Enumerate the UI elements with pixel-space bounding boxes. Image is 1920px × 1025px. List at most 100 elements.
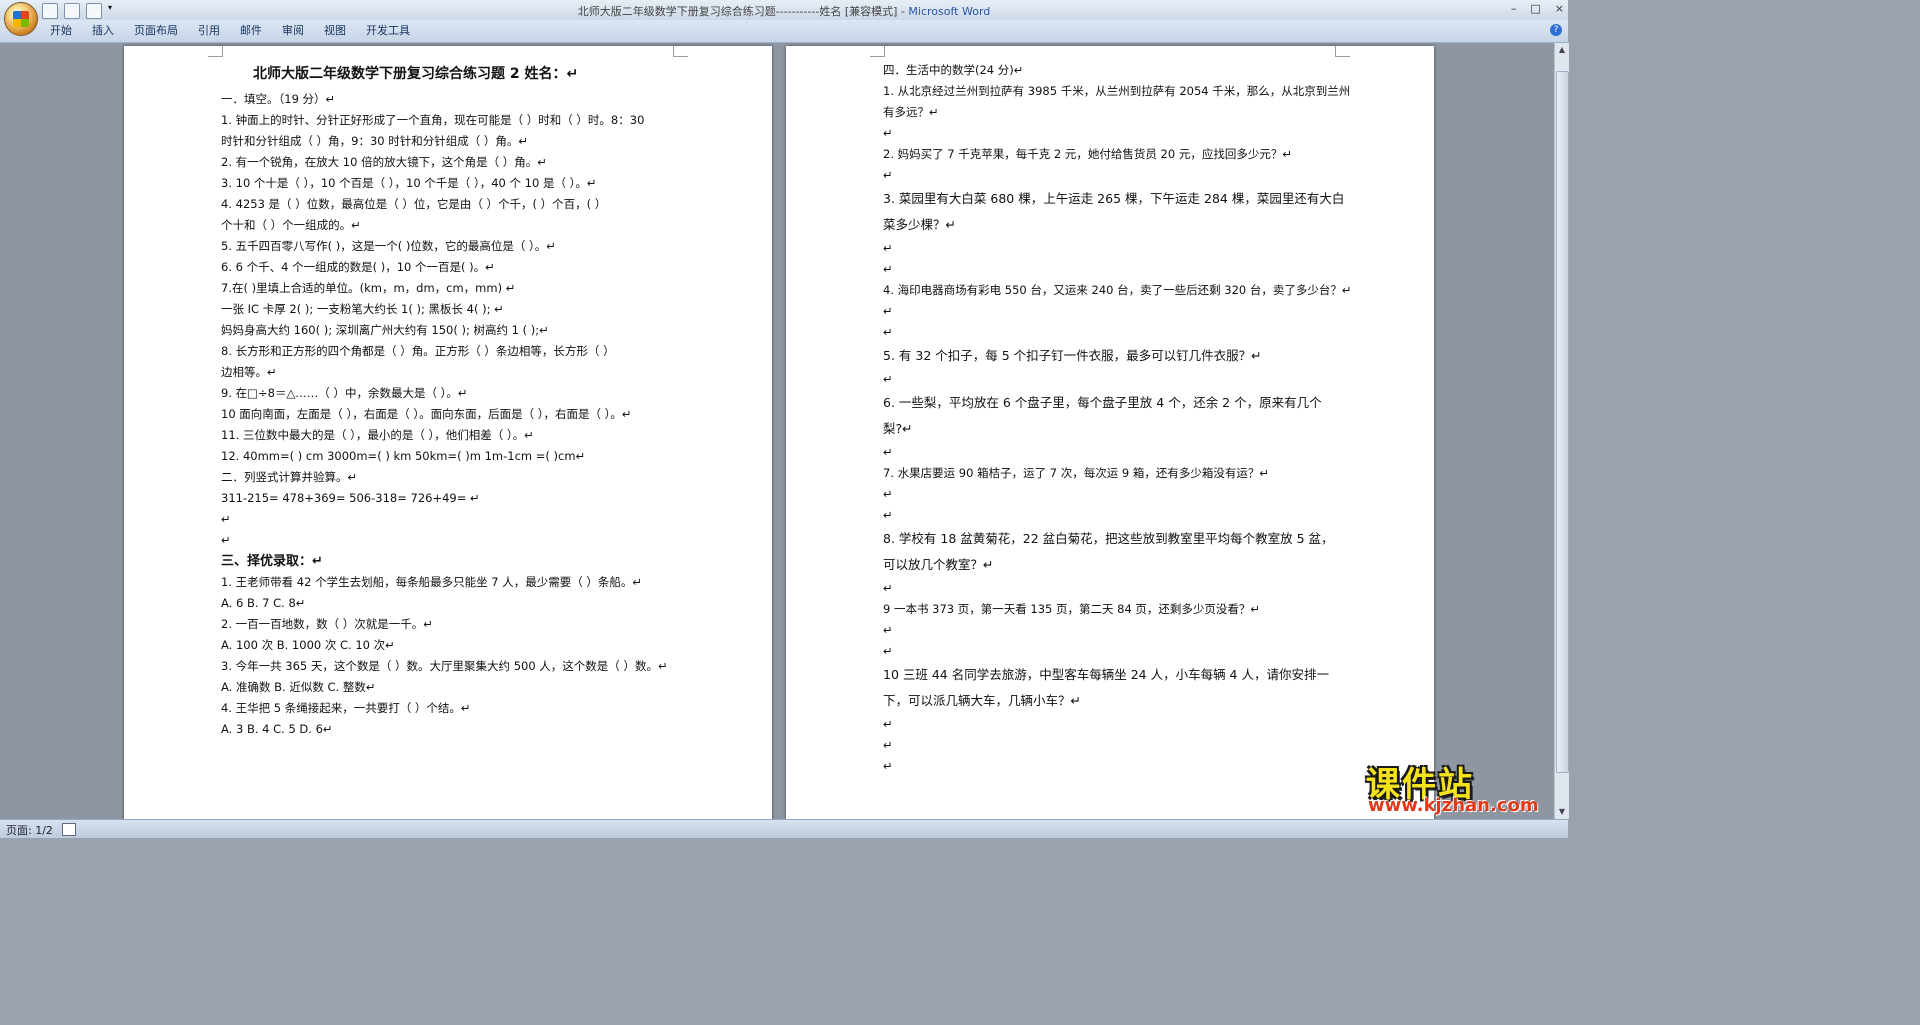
text-line: 12. 40mm=( ) cm 3000m=( ) km 50km=( )m 1… — [221, 449, 586, 463]
text-line: 有多远？↵ — [883, 105, 939, 119]
page-2-content[interactable]: 四．生活中的数学(24 分)↵ 1. 从北京经过兰州到拉萨有 3985 千米，从兰… — [883, 60, 1353, 777]
tab-view[interactable]: 视图 — [314, 24, 356, 38]
page-count[interactable]: 页面: 1/2 — [6, 822, 53, 838]
text-line: 梨?↵ — [883, 421, 913, 436]
text-line: 10 面向南面，左面是（ ），右面是（ ）。面向东面，后面是（ ），右面是（ ）… — [221, 407, 632, 421]
text-line: 三、择优录取：↵ — [221, 554, 323, 569]
text-line: ↵ — [883, 304, 893, 318]
maximize-button[interactable]: □ — [1530, 2, 1540, 15]
text-line: ↵ — [883, 325, 893, 339]
window-title: 北师大版二年级数学下册复习综合练习题-----------姓名 [兼容模式] -… — [0, 3, 1568, 19]
text-line: 4. 4253 是（ ）位数，最高位是（ ）位，它是由（ ）个千，( ）个百，(… — [221, 197, 607, 211]
text-line: 时针和分针组成（ ）角，9：30 时针和分针组成（ ）角。↵ — [221, 134, 529, 148]
text-line: 妈妈身高大约 160( ); 深圳离广州大约有 150( ); 树高约 1 ( … — [221, 323, 549, 337]
text-line: 可以放几个教室？↵ — [883, 557, 994, 572]
doc-heading: 北师大版二年级数学下册复习综合练习题 2 姓名：↵ — [253, 66, 579, 82]
text-line: 3. 10 个十是（ ），10 个百是（ ），10 个千是（ ），40 个 10… — [221, 176, 597, 190]
text-line: ↵ — [883, 126, 893, 140]
text-line: 2. 有一个锐角，在放大 10 倍的放大镜下，这个角是（ ）角。↵ — [221, 155, 547, 169]
document-title: 北师大版二年级数学下册复习综合练习题-----------姓名 [兼容模式] - — [577, 5, 909, 18]
text-line: 3. 今年一共 365 天，这个数是（ ）数。大厅里聚集大约 500 人，这个数… — [221, 659, 668, 673]
text-line: A. 100 次 B. 1000 次 C. 10 次↵ — [221, 638, 395, 652]
scroll-down-icon[interactable]: ▼ — [1557, 807, 1567, 817]
text-line: 一张 IC 卡厚 2( ); 一支粉笔大约长 1( ); 黑板长 4( ); ↵ — [221, 302, 504, 316]
tab-developer[interactable]: 开发工具 — [356, 24, 420, 38]
text-line: 下，可以派几辆大车，几辆小车？↵ — [883, 693, 1081, 708]
text-line: ↵ — [883, 581, 893, 595]
window-controls: – □ × — [1511, 2, 1564, 15]
text-line: ↵ — [883, 241, 893, 255]
text-line: 9 一本书 373 页，第一天看 135 页，第二天 84 页，还剩多少页没看？… — [883, 602, 1261, 616]
text-line: 2. 妈妈买了 7 千克苹果，每千克 2 元，她付给售货员 20 元，应找回多少… — [883, 147, 1292, 161]
page-2-lines: 四．生活中的数学(24 分)↵ 1. 从北京经过兰州到拉萨有 3985 千米，从兰… — [883, 60, 1353, 777]
watermark-url: www.kjzhan.com — [1368, 795, 1539, 816]
document-workspace: 北师大版二年级数学下册复习综合练习题 2 姓名：↵ 一．填空。（19 分）↵ 1.… — [0, 43, 1554, 819]
crop-mark — [1335, 46, 1350, 57]
app-name: Microsoft Word — [908, 5, 991, 18]
text-line: ↵ — [883, 623, 893, 637]
text-line: 边相等。↵ — [221, 365, 277, 379]
text-line: 8. 长方形和正方形的四个角都是（ ）角。正方形（ ）条边相等，长方形（ ） — [221, 344, 615, 358]
crop-mark — [870, 46, 885, 57]
text-line: ↵ — [883, 168, 893, 182]
text-line: ↵ — [883, 372, 893, 386]
title-bar: ▾ 北师大版二年级数学下册复习综合练习题-----------姓名 [兼容模式]… — [0, 0, 1568, 36]
help-icon[interactable]: ? — [1550, 24, 1562, 36]
text-line: 1. 王老师带看 42 个学生去划船，每条船最多只能坐 7 人，最少需要（ ）条… — [221, 575, 642, 589]
page-1-content[interactable]: 北师大版二年级数学下册复习综合练习题 2 姓名：↵ 一．填空。（19 分）↵ 1.… — [221, 64, 711, 740]
text-line: 8. 学校有 18 盆黄菊花，22 盆白菊花，把这些放到教室里平均每个教室放 5… — [883, 531, 1334, 546]
tab-references[interactable]: 引用 — [188, 24, 230, 38]
office-button[interactable] — [4, 2, 38, 36]
tab-insert[interactable]: 插入 — [82, 24, 124, 38]
text-line: ↵ — [883, 759, 893, 773]
text-line: ↵ — [883, 644, 893, 658]
scroll-up-icon[interactable]: ▲ — [1557, 45, 1567, 55]
text-line: 11. 三位数中最大的是（ ），最小的是（ ），他们相差（ ）。↵ — [221, 428, 534, 442]
text-line: 四．生活中的数学(24 分)↵ — [883, 63, 1024, 77]
ribbon: 开始 插入 页面布局 引用 邮件 审阅 视图 开发工具 ? — [0, 20, 1568, 43]
text-line: 3. 菜园里有大白菜 680 棵，上午运走 265 棵，下午运走 284 棵，菜… — [883, 191, 1345, 206]
tab-review[interactable]: 审阅 — [272, 24, 314, 38]
text-line: 一．填空。（19 分）↵ — [221, 92, 336, 106]
text-line: ↵ — [883, 717, 893, 731]
text-line: 5. 有 32 个扣子，每 5 个扣子钉一件衣服，最多可以钉几件衣服？↵ — [883, 348, 1262, 363]
proofing-icon[interactable] — [62, 823, 76, 836]
text-line: ↵ — [883, 487, 893, 501]
crop-mark — [208, 46, 223, 57]
close-button[interactable]: × — [1555, 2, 1564, 15]
ribbon-tabs: 开始 插入 页面布局 引用 邮件 审阅 视图 开发工具 — [40, 24, 420, 38]
text-line: 4. 王华把 5 条绳接起来，一共要打（ ）个结。↵ — [221, 701, 471, 715]
office-logo-icon — [13, 11, 29, 27]
vertical-scrollbar[interactable]: ▲ ▼ — [1554, 43, 1569, 819]
tab-home[interactable]: 开始 — [40, 24, 82, 38]
text-line: 2. 一百一百地数，数（ ）次就是一千。↵ — [221, 617, 433, 631]
scroll-thumb[interactable] — [1556, 71, 1569, 773]
tab-mailings[interactable]: 邮件 — [230, 24, 272, 38]
text-line: 1. 钟面上的时针、分针正好形成了一个直角，现在可能是（ ）时和（ ）时。8：3… — [221, 113, 645, 127]
text-line: 个十和（ ）个一组成的。↵ — [221, 218, 361, 232]
text-line: ↵ — [221, 512, 231, 526]
text-line: 二．列竖式计算并验算。↵ — [221, 470, 358, 484]
text-line: 5. 五千四百零八写作( )，这是一个( )位数，它的最高位是（ ）。↵ — [221, 239, 556, 253]
tab-page-layout[interactable]: 页面布局 — [124, 24, 188, 38]
text-line: ↵ — [883, 262, 893, 276]
text-line: A. 准确数 B. 近似数 C. 整数↵ — [221, 680, 376, 694]
text-line: ↵ — [883, 508, 893, 522]
text-line: 7.在( )里填上合适的单位。(km，m，dm，cm，mm) ↵ — [221, 281, 516, 295]
text-line: 7. 水果店要运 90 箱桔子，运了 7 次，每次运 9 箱，还有多少箱没有运？… — [883, 466, 1269, 480]
text-line: ↵ — [221, 533, 231, 547]
text-line: 6. 6 个千、4 个一组成的数是( )，10 个一百是( )。↵ — [221, 260, 495, 274]
text-line: 10 三班 44 名同学去旅游，中型客车每辆坐 24 人，小车每辆 4 人，请你… — [883, 667, 1329, 682]
text-line: 菜多少棵？↵ — [883, 217, 956, 232]
crop-mark — [673, 46, 688, 57]
minimize-button[interactable]: – — [1511, 2, 1517, 15]
status-bar: 页面: 1/2 — [0, 819, 1568, 838]
page-1-lines: 一．填空。（19 分）↵ 1. 钟面上的时针、分针正好形成了一个直角，现在可能是（… — [221, 89, 711, 740]
text-line: ↵ — [883, 445, 893, 459]
watermark-logo: 课件站 www.kjzhan.com — [1362, 757, 1552, 819]
document-page-1[interactable]: 北师大版二年级数学下册复习综合练习题 2 姓名：↵ 一．填空。（19 分）↵ 1.… — [124, 46, 772, 819]
text-line: 1. 从北京经过兰州到拉萨有 3985 千米，从兰州到拉萨有 2054 千米，那… — [883, 84, 1351, 98]
text-line: 4. 海印电器商场有彩电 550 台，又运来 240 台，卖了一些后还剩 320… — [883, 283, 1352, 297]
text-line: A. 3 B. 4 C. 5 D. 6↵ — [221, 722, 333, 736]
document-page-2[interactable]: 四．生活中的数学(24 分)↵ 1. 从北京经过兰州到拉萨有 3985 千米，从兰… — [786, 46, 1434, 819]
